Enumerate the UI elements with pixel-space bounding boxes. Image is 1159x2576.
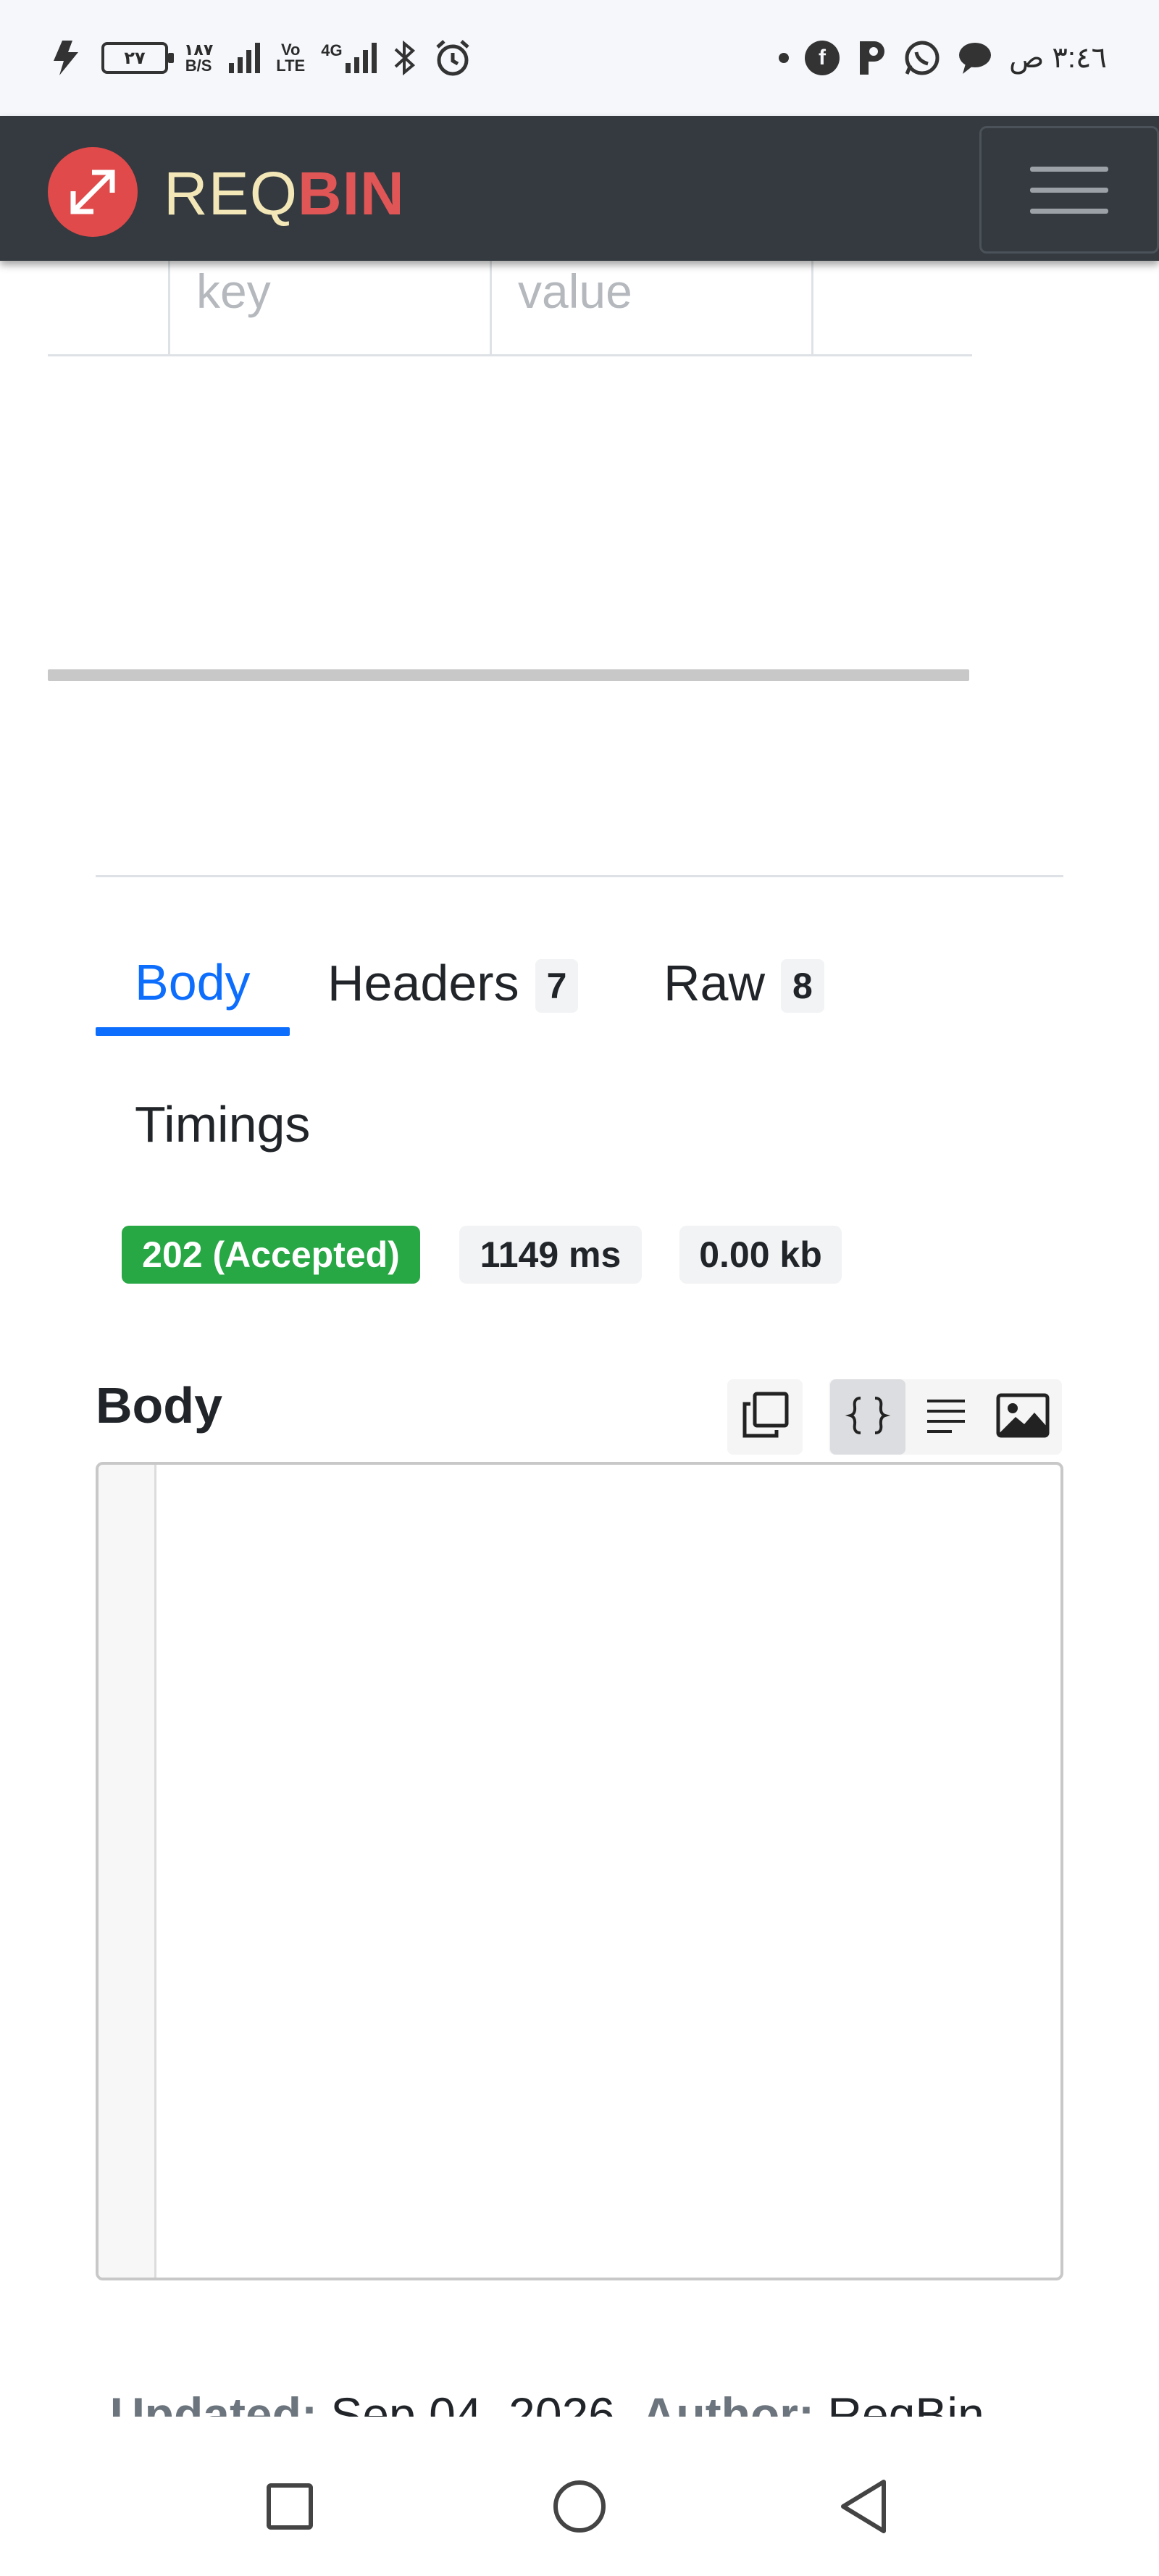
hamburger-menu-button[interactable] (979, 126, 1159, 254)
active-tab-underline (96, 1027, 290, 1036)
hamburger-line (1030, 208, 1108, 214)
status-bar-notifications: f ٣:٤٦ ص (778, 39, 1107, 77)
battery-icon: ٢٧ (101, 42, 174, 74)
home-circle-icon[interactable] (543, 2470, 616, 2543)
reqbin-logo-icon[interactable] (48, 147, 138, 237)
tab-timings[interactable]: Timings (135, 1095, 310, 1153)
param-key-input[interactable] (196, 264, 472, 319)
param-value-input[interactable] (518, 264, 793, 319)
signal-icon (229, 43, 261, 73)
section-divider (96, 875, 1063, 877)
param-value-cell (490, 261, 811, 356)
recents-square-icon[interactable] (254, 2470, 326, 2543)
hamburger-line (1030, 187, 1108, 193)
response-size-badge: 0.00 kb (679, 1226, 842, 1284)
system-navigation-bar (0, 2417, 1159, 2576)
params-table-row (48, 261, 972, 356)
copy-icon (739, 1389, 791, 1445)
4g-signal-icon: 4G (321, 43, 377, 73)
tab-raw[interactable]: Raw 8 (664, 953, 824, 1013)
response-status-badge: 202 (Accepted) (122, 1226, 420, 1284)
tab-body[interactable]: Body (135, 953, 251, 1011)
volte-icon: Vo LTE (276, 41, 306, 75)
text-lines-icon (923, 1392, 969, 1442)
alarm-icon (433, 38, 472, 78)
param-action-cell (811, 261, 972, 356)
response-body-title: Body (96, 1377, 222, 1434)
copy-button[interactable] (727, 1379, 803, 1455)
hamburger-line (1030, 166, 1108, 172)
editor-line-gutter (99, 1465, 156, 2278)
image-icon (995, 1392, 1050, 1442)
image-view-button[interactable] (985, 1379, 1060, 1455)
facebook-icon: f (804, 41, 840, 75)
text-view-button[interactable] (908, 1379, 984, 1455)
dot-icon (778, 53, 789, 63)
bluetooth-icon (393, 39, 417, 77)
tab-headers[interactable]: Headers 7 (327, 953, 579, 1013)
reqbin-logo-text[interactable]: REQBIN (164, 161, 405, 226)
json-braces-icon (845, 1392, 891, 1442)
p-app-icon (855, 40, 887, 76)
chat-bubble-icon (957, 41, 993, 75)
whatsapp-icon (903, 39, 941, 77)
headers-count-badge: 7 (535, 959, 579, 1013)
json-view-button[interactable] (830, 1379, 905, 1455)
app-navbar: REQBIN (0, 116, 1159, 261)
clock-time: ٣:٤٦ ص (1008, 42, 1107, 74)
response-body-editor[interactable] (96, 1462, 1063, 2280)
horizontal-scrollbar[interactable] (48, 669, 969, 681)
battery-level: ٢٧ (124, 48, 146, 68)
back-triangle-icon[interactable] (827, 2470, 900, 2543)
network-speed: ١٨٧ B/S (184, 41, 214, 75)
status-bar-system-icons: ٢٧ ١٨٧ B/S Vo LTE 4G (52, 38, 472, 78)
param-key-cell (168, 261, 490, 356)
charging-icon (52, 39, 81, 77)
status-bar: ٢٧ ١٨٧ B/S Vo LTE 4G f ٣:٤٦ ص (0, 0, 1159, 116)
raw-count-badge: 8 (781, 959, 824, 1013)
response-time-badge: 1149 ms (459, 1226, 642, 1284)
